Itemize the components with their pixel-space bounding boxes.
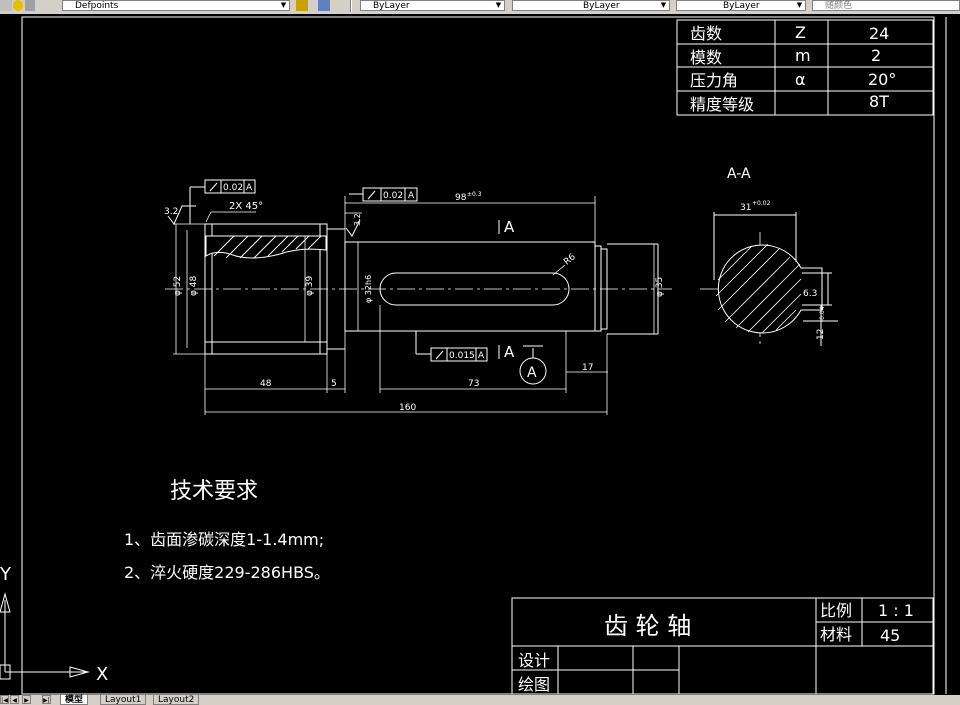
color-dropdown-value: ByLayer bbox=[373, 1, 410, 11]
ucs-icon bbox=[0, 592, 90, 680]
gear-table-name-2: 模数 bbox=[690, 48, 722, 67]
chevron-down-icon: ▼ bbox=[660, 1, 667, 9]
gear-hatch bbox=[205, 235, 327, 259]
lineweight-dropdown[interactable]: ByLayer ▼ bbox=[676, 0, 806, 11]
gear-table-name-1: 齿数 bbox=[690, 24, 722, 43]
notes-title: 技术要求 bbox=[170, 479, 258, 504]
dia-39-label: φ 39 bbox=[305, 275, 315, 296]
dim-160-label: 160 bbox=[399, 403, 416, 413]
gtol-value-2: 0.02 bbox=[383, 191, 403, 201]
gear-table-symbol-1: Z bbox=[795, 23, 806, 42]
color-dropdown[interactable]: ByLayer ▼ bbox=[360, 0, 505, 11]
plot-style-dropdown[interactable]: 随颜色 bbox=[812, 0, 960, 11]
note-item-2: 2、淬火硬度229-286HBS。 bbox=[124, 563, 330, 582]
tab-model[interactable]: 模型 bbox=[60, 695, 89, 705]
chevron-down-icon: ▼ bbox=[495, 1, 502, 9]
title-block bbox=[511, 597, 934, 695]
material-value: 45 bbox=[880, 626, 900, 645]
section-mark-top-label: A bbox=[504, 218, 515, 236]
scale-value: 1 : 1 bbox=[878, 601, 914, 620]
dim-73-label: 73 bbox=[468, 379, 479, 389]
last-tab-icon[interactable]: ▶| bbox=[42, 695, 51, 704]
layout-tab-bar: |◀ ◀ ▶ ▶| 模型 Layout1 Layout2 bbox=[0, 695, 960, 705]
dia-35-label: φ 35 bbox=[655, 277, 665, 297]
properties-toolbar: Defpoints ▼ ByLayer ▼ ByLayer ▼ ByLayer … bbox=[0, 0, 960, 15]
lineweight-dropdown-value: ByLayer bbox=[723, 1, 760, 11]
dia-32-label: φ 32h6 bbox=[364, 275, 373, 303]
ucs-x-label: X bbox=[96, 664, 108, 685]
layer-sun-icon[interactable] bbox=[13, 0, 23, 11]
length-98-label: 98 bbox=[455, 193, 467, 203]
tab-layout1[interactable]: Layout1 bbox=[100, 695, 147, 705]
gtol-datum-2: A bbox=[408, 191, 415, 201]
roughness-label-1: 3.2 bbox=[164, 207, 178, 217]
plot-style-dropdown-value: 随颜色 bbox=[825, 1, 853, 11]
note-item-1: 1、齿面渗碳深度1-1.4mm; bbox=[124, 530, 324, 549]
roughness-label-2: 3.2 bbox=[353, 213, 362, 226]
next-tab-icon[interactable]: ▶ bbox=[22, 695, 31, 704]
chevron-down-icon: ▼ bbox=[280, 1, 287, 9]
drafter-label: 绘图 bbox=[518, 675, 550, 694]
model-space-canvas[interactable]: 齿数 Z 24 模数 m 2 压力角 α 20° 精度等级 8T 0.02 A … bbox=[0, 14, 960, 695]
gear-table-value-3: 20° bbox=[868, 70, 896, 89]
dim-17-label: 17 bbox=[582, 363, 593, 373]
toolbar-separator bbox=[350, 0, 352, 12]
section-width-label: 31 bbox=[740, 203, 751, 213]
gear-table-value-4: 8T bbox=[869, 92, 889, 111]
gear-table-name-4: 精度等级 bbox=[690, 95, 754, 114]
section-key-label: 12 bbox=[816, 329, 826, 340]
dia-52-label: φ 52 bbox=[173, 276, 183, 296]
length-98-tolerance: ±0.3 bbox=[467, 191, 482, 198]
section-width-tolerance: +0.02 bbox=[752, 200, 771, 207]
radius-leader bbox=[552, 264, 566, 276]
layer-previous-icon[interactable] bbox=[318, 0, 330, 11]
section-title: A-A bbox=[727, 166, 751, 182]
gtol-datum-3: A bbox=[478, 351, 485, 361]
layer-dropdown[interactable]: Defpoints ▼ bbox=[62, 0, 290, 11]
section-view bbox=[713, 212, 838, 346]
tab-layout2[interactable]: Layout2 bbox=[153, 695, 200, 705]
make-current-layer-icon[interactable] bbox=[296, 0, 308, 11]
dia-48-label: φ 48 bbox=[189, 275, 199, 296]
section-depth-label: 6.3 bbox=[803, 289, 817, 299]
section-mark-bottom-label: A bbox=[504, 343, 515, 361]
dim-48-label: 48 bbox=[260, 379, 272, 389]
layer-dropdown-value: Defpoints bbox=[75, 1, 119, 11]
scale-label: 比例 bbox=[820, 601, 852, 620]
linetype-dropdown[interactable]: ByLayer ▼ bbox=[512, 0, 670, 11]
gear-table-value-1: 24 bbox=[869, 24, 889, 43]
linetype-dropdown-value: ByLayer bbox=[583, 1, 620, 11]
datum-letter: A bbox=[527, 365, 537, 381]
designer-label: 设计 bbox=[518, 651, 550, 670]
drawing-svg: 齿数 Z 24 模数 m 2 压力角 α 20° 精度等级 8T 0.02 A … bbox=[0, 16, 947, 695]
gtol-datum-1: A bbox=[246, 183, 253, 193]
gear-table-symbol-2: m bbox=[795, 46, 811, 65]
part-name: 齿 轮 轴 bbox=[604, 612, 691, 640]
layer-lock-icon[interactable] bbox=[25, 0, 35, 11]
gtol-value-3: 0.015 bbox=[449, 351, 475, 361]
material-label: 材料 bbox=[820, 625, 852, 644]
gear-table-name-3: 压力角 bbox=[690, 71, 738, 90]
ucs-y-label: Y bbox=[0, 564, 12, 585]
first-tab-icon[interactable]: |◀ bbox=[0, 695, 9, 704]
chevron-down-icon: ▼ bbox=[796, 1, 803, 9]
layer-state-icon[interactable] bbox=[0, 0, 12, 11]
gear-table-symbol-3: α bbox=[795, 70, 806, 89]
chamfer-label: 2X 45° bbox=[229, 201, 263, 212]
section-key-tolerance: -0.04 bbox=[819, 306, 826, 322]
gtol-value-1: 0.02 bbox=[223, 183, 243, 193]
prev-tab-icon[interactable]: ◀ bbox=[10, 695, 19, 704]
dim-5-label: 5 bbox=[331, 379, 337, 389]
gear-table-value-2: 2 bbox=[871, 46, 881, 65]
